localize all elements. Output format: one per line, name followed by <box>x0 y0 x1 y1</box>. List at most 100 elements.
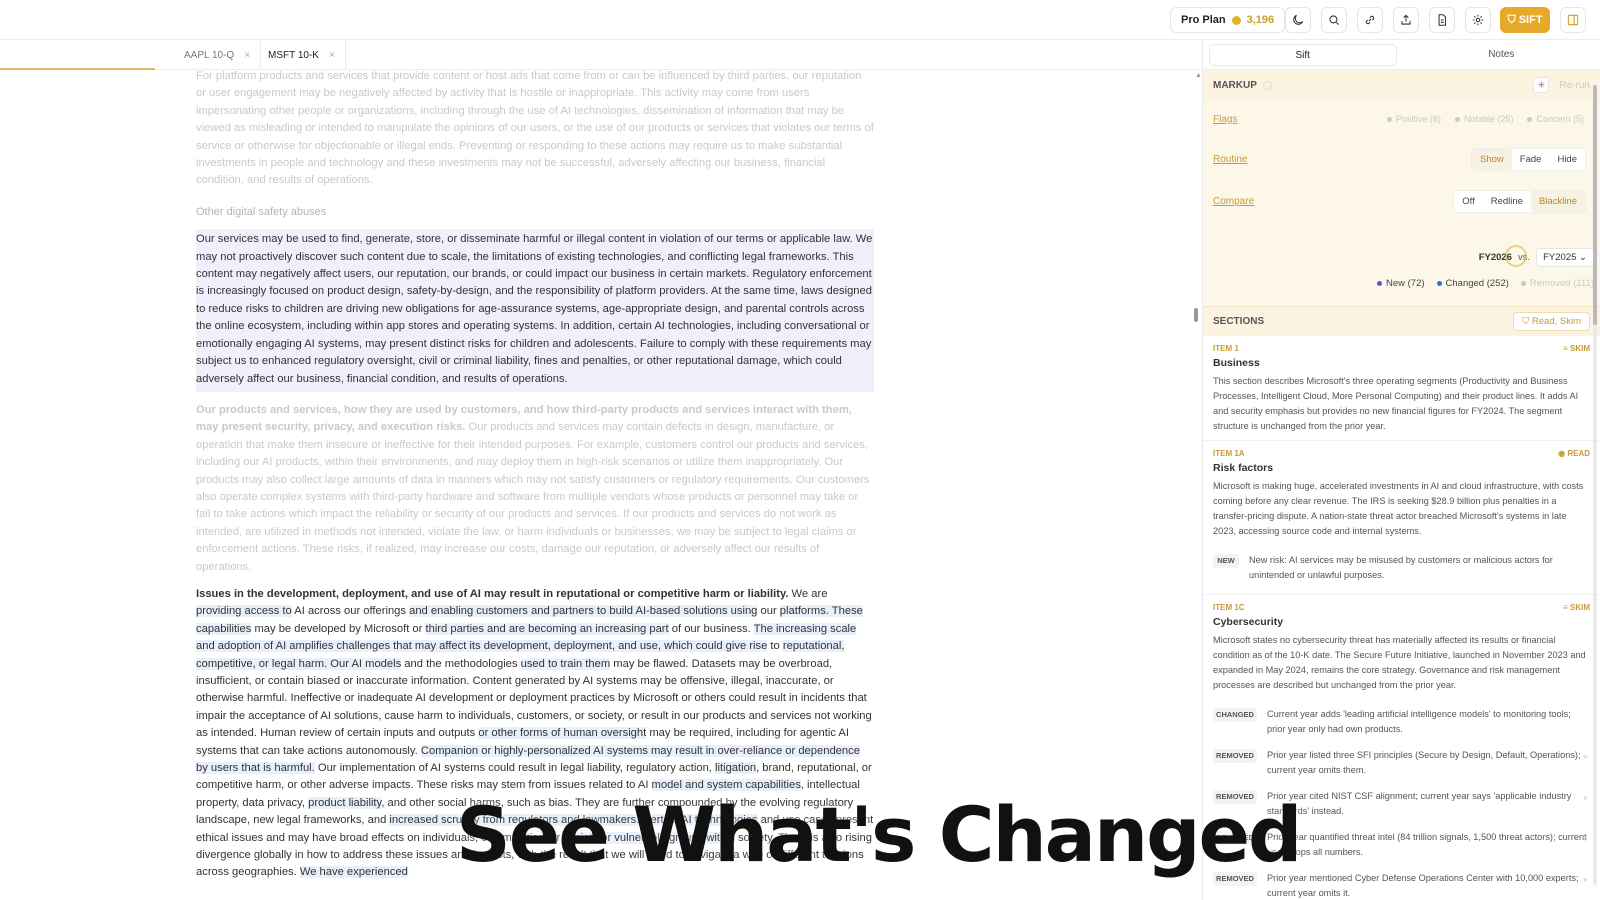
change-text: Prior year quantified threat intel (84 t… <box>1267 832 1587 857</box>
sift-button[interactable]: ⛉ SIFT <box>1500 7 1550 33</box>
pin-icon[interactable]: ⌖ <box>1583 832 1588 847</box>
change-item[interactable]: NEW New risk: AI services may be misused… <box>1213 547 1590 588</box>
section-title: Risk factors <box>1213 462 1274 474</box>
flag-notable[interactable]: Notable (25) <box>1454 114 1513 124</box>
top-bar: Pro Plan 3,196 ⛉ SIFT <box>0 0 1600 40</box>
section-item-1a[interactable]: ITEM 1A ◉ READ Risk factors Microsoft is… <box>1203 441 1600 595</box>
pin-icon[interactable]: ⌖ <box>1583 791 1588 806</box>
sections-title: SECTIONS <box>1213 316 1265 327</box>
compare-row: Compare Off Redline Blackline <box>1213 186 1590 216</box>
scroll-up-arrow-icon[interactable]: ▲ <box>1195 72 1202 79</box>
section-heading: Other digital safety abuses <box>196 205 327 218</box>
item-number: ITEM 1A <box>1213 449 1245 458</box>
link-button[interactable] <box>1357 7 1383 33</box>
tab-label: AAPL 10-Q <box>184 49 235 61</box>
share-button[interactable] <box>1393 7 1419 33</box>
paragraph-lead: Issues in the development, deployment, a… <box>196 587 789 600</box>
plan-badge[interactable]: Pro Plan 3,196 <box>1170 7 1286 33</box>
sparkle-icon[interactable]: ✳ <box>1533 77 1550 93</box>
change-text: Current year adds 'leading artificial in… <box>1267 709 1571 734</box>
paragraph-text: Our products and services may contain de… <box>196 421 870 573</box>
dot-icon <box>1386 117 1392 122</box>
flag-positive[interactable]: Positive (8) <box>1386 114 1441 124</box>
compare-redline-option[interactable]: Redline <box>1483 191 1531 212</box>
mode-label: SKIM <box>1570 603 1590 612</box>
markup-title: MARKUP <box>1213 79 1257 91</box>
dark-mode-button[interactable] <box>1285 7 1311 33</box>
sift-label: SIFT <box>1518 14 1543 26</box>
dot-icon <box>1520 281 1526 286</box>
routine-label[interactable]: Routine <box>1213 154 1247 165</box>
tab-label: MSFT 10-K <box>268 49 319 61</box>
routine-show-option[interactable]: Show <box>1472 148 1512 170</box>
rerun-button[interactable]: Re-run <box>1559 80 1590 91</box>
paragraph-text: We are <box>788 587 828 600</box>
skim-badge[interactable]: ≡ SKIM <box>1563 344 1590 353</box>
section-item-1[interactable]: ITEM 1 ≡ SKIM Business This section desc… <box>1203 336 1600 441</box>
prior-year-select[interactable]: FY2025 ⌄ <box>1536 248 1594 267</box>
panel-scrollbar[interactable] <box>1593 85 1597 885</box>
flag-concern-label: Concern (5) <box>1536 114 1584 124</box>
routine-row: Routine Show Fade Hide <box>1213 144 1590 174</box>
sections-header: SECTIONS ⛉ Read, Skim <box>1203 306 1600 336</box>
plan-label: Pro Plan <box>1181 14 1226 26</box>
change-text: Prior year cited NIST CSF alignment; cur… <box>1267 791 1572 816</box>
search-button[interactable] <box>1321 7 1347 33</box>
close-icon[interactable]: × <box>329 50 335 61</box>
item-number: ITEM 1C <box>1213 603 1245 612</box>
overlay-caption: See What's Changed <box>456 790 1302 879</box>
routine-hide-option[interactable]: Hide <box>1549 149 1585 170</box>
removed-badge: REMOVED <box>1213 749 1257 763</box>
tab-notes[interactable]: Notes <box>1409 44 1595 66</box>
section-summary: Microsoft is making huge, accelerated in… <box>1213 481 1584 536</box>
tab-sift[interactable]: Sift <box>1209 43 1397 66</box>
skim-badge[interactable]: ≡ SKIM <box>1563 603 1590 612</box>
paragraph-text: to <box>767 640 783 653</box>
flags-row: Flags Positive (8) Notable (25) Concern … <box>1213 104 1590 134</box>
pin-icon[interactable]: ⌖ <box>1583 750 1588 765</box>
filter-icon: ⛉ <box>1522 316 1532 327</box>
paragraph-text: our <box>757 605 780 618</box>
read-badge[interactable]: ◉ READ <box>1558 449 1590 458</box>
changed-text-highlight: used to train them <box>520 657 611 670</box>
settings-button[interactable] <box>1465 7 1491 33</box>
new-badge: NEW <box>1213 554 1239 568</box>
document-scrollbar[interactable] <box>1194 308 1198 322</box>
flag-positive-label: Positive (8) <box>1395 114 1441 124</box>
paragraph-platform-content: For platform products and services that … <box>196 70 874 187</box>
document-button[interactable] <box>1429 7 1455 33</box>
section-summary: Microsoft states no cybersecurity threat… <box>1213 635 1586 690</box>
mode-label: SKIM <box>1570 344 1590 353</box>
compare-blackline-option[interactable]: Blackline <box>1530 190 1585 212</box>
pin-icon[interactable]: ⌖ <box>1583 873 1588 888</box>
change-item[interactable]: CHANGED Current year adds 'leading artif… <box>1213 701 1590 742</box>
close-icon[interactable]: × <box>244 50 250 61</box>
legend-changed[interactable]: Changed (252) <box>1436 278 1509 289</box>
document-body: For platform products and services that … <box>196 68 874 900</box>
share-icon <box>1401 14 1411 25</box>
read-skim-filter-button[interactable]: ⛉ Read, Skim <box>1513 312 1590 331</box>
legend-new[interactable]: New (72) <box>1376 278 1425 289</box>
sift-panel: Sift Notes MARKUP ✳ Re-run Flags Positiv… <box>1202 40 1600 900</box>
tab-aapl-10q[interactable]: AAPL 10-Q × <box>174 40 262 70</box>
change-text: Prior year mentioned Cyber Defense Opera… <box>1267 873 1579 898</box>
change-item[interactable]: REMOVED Prior year listed three SFI prin… <box>1213 742 1590 783</box>
paragraph-text: AI across our offerings <box>291 605 410 618</box>
moon-icon <box>1293 14 1304 25</box>
changed-badge: CHANGED <box>1213 708 1257 722</box>
changed-text-highlight: We have experienced <box>299 866 408 879</box>
section-summary: This section describes Microsoft's three… <box>1213 376 1579 431</box>
legend-removed[interactable]: Removed (111) <box>1520 278 1594 289</box>
section-title: Business <box>1213 357 1260 369</box>
flags-label[interactable]: Flags <box>1213 114 1237 125</box>
panel-toggle-button[interactable] <box>1560 7 1586 33</box>
compare-off-option[interactable]: Off <box>1454 191 1483 212</box>
routine-toggle: Show Fade Hide <box>1471 147 1586 171</box>
markup-header: MARKUP ✳ Re-run <box>1203 70 1600 100</box>
tab-msft-10k[interactable]: MSFT 10-K × <box>258 40 346 70</box>
year-compare: FY2026 vs. FY2025 ⌄ <box>1479 248 1594 267</box>
compare-label[interactable]: Compare <box>1213 196 1254 207</box>
flag-concern[interactable]: Concern (5) <box>1527 114 1584 124</box>
legend-changed-label: Changed (252) <box>1445 278 1509 289</box>
routine-fade-option[interactable]: Fade <box>1512 149 1550 170</box>
